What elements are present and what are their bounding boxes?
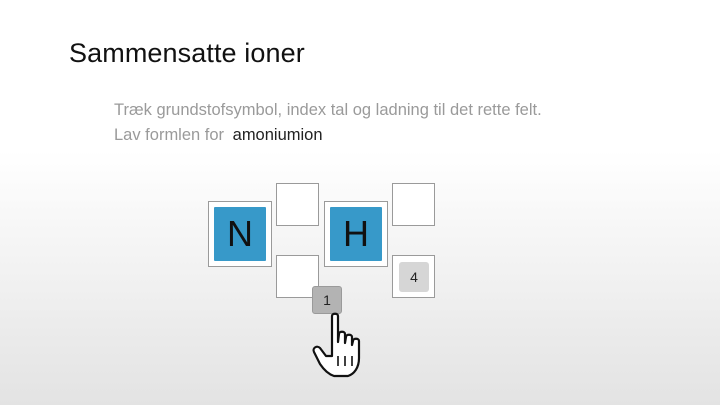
page-title: Sammensatte ioner: [69, 38, 305, 68]
element-tile-n[interactable]: N: [214, 207, 266, 261]
dragging-index-chip[interactable]: 1: [312, 286, 342, 314]
element-tile-h[interactable]: H: [330, 207, 382, 261]
target-ion-name: amoniumion: [232, 126, 323, 144]
charge-slot-2[interactable]: [392, 183, 435, 226]
instruction-prefix: Lav formlen for: [114, 126, 225, 144]
index-chip-4[interactable]: 4: [399, 262, 429, 292]
hand-pointer-icon: [312, 312, 361, 378]
element-slot-2[interactable]: H: [324, 201, 388, 267]
instruction-line: Træk grundstofsymbol, index tal og ladni…: [114, 101, 542, 119]
element-slot-1[interactable]: N: [208, 201, 272, 267]
instruction-line-target: Lav formlen for amoniumion: [114, 123, 542, 148]
index-slot-2[interactable]: 4: [392, 255, 435, 298]
charge-slot-1[interactable]: [276, 183, 319, 226]
instructions: Træk grundstofsymbol, index tal og ladni…: [114, 98, 542, 148]
